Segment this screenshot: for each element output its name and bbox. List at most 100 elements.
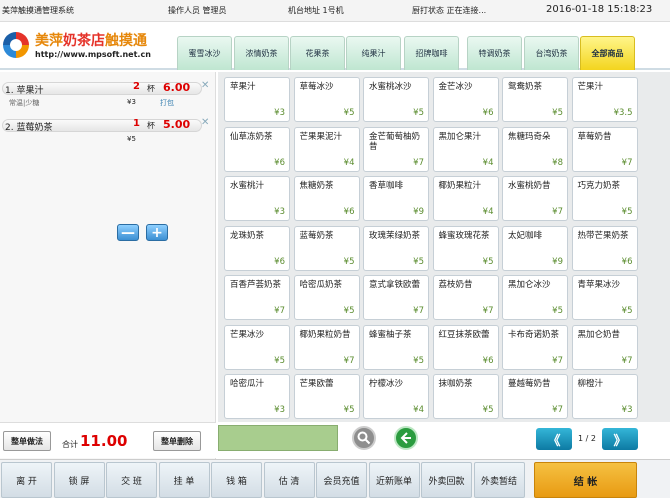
product-card[interactable]: 芒果汁 ¥3.5: [571, 77, 638, 122]
product-card[interactable]: 柠檬冰沙 ¥4: [363, 374, 429, 419]
product-card[interactable]: 水蜜桃奶昔 ¥7: [502, 176, 568, 221]
product-price: ¥3.5: [613, 108, 633, 118]
action-button[interactable]: 会员充值: [316, 462, 367, 498]
product-card[interactable]: 热带芒果奶茶 ¥6: [571, 225, 638, 271]
category-tab[interactable]: 招牌咖啡: [404, 36, 459, 70]
category-tab[interactable]: 台湾奶茶: [524, 36, 579, 70]
product-card[interactable]: 椰奶果粒汁 ¥4: [432, 176, 499, 221]
product-name: 草莓冰沙: [299, 82, 334, 92]
product-card[interactable]: 哈密瓜奶茶 ¥5: [293, 275, 360, 320]
product-price: ¥3: [274, 108, 285, 118]
product-name: 仙草冻奶茶: [230, 131, 273, 142]
product-card[interactable]: 椰奶果粒奶昔 ¥7: [293, 324, 360, 370]
action-button[interactable]: 离 开: [1, 462, 52, 498]
product-card[interactable]: 卡布奇诺奶茶 ¥7: [502, 324, 568, 370]
product-card[interactable]: 意式拿铁欧蕾 ¥7: [363, 275, 429, 320]
product-name: 青苹果冰沙: [577, 280, 621, 290]
page-indicator: 1 / 2: [578, 434, 596, 443]
product-card[interactable]: 哈密瓜汁 ¥3: [224, 374, 290, 419]
order-item-unit: 杯: [147, 84, 155, 93]
product-card[interactable]: 草莓奶昔 ¥7: [571, 126, 638, 172]
product-card[interactable]: 芒果欧蕾 ¥5: [293, 374, 360, 419]
product-card[interactable]: 蜂蜜柚子茶 ¥5: [363, 324, 429, 370]
search-input[interactable]: [218, 425, 338, 451]
close-icon[interactable]: ✕: [201, 117, 209, 128]
category-tab[interactable]: 全部商品: [580, 36, 635, 70]
product-card[interactable]: 巧克力奶茶 ¥5: [571, 176, 638, 221]
operator-label: 操作人员 管理员: [168, 6, 227, 15]
product-card[interactable]: 青苹果冰沙 ¥5: [571, 275, 638, 320]
product-name: 意式拿铁欧蕾: [369, 280, 421, 290]
product-card[interactable]: 柳橙汁 ¥3: [571, 374, 638, 419]
product-card[interactable]: 荔枝奶昔 ¥7: [432, 275, 499, 320]
close-icon[interactable]: ✕: [201, 80, 209, 91]
product-card[interactable]: 黑加仑果汁 ¥4: [432, 126, 499, 172]
product-card[interactable]: 黑加仑奶昔 ¥7: [571, 324, 638, 370]
category-tab[interactable]: 花果茶: [290, 36, 345, 70]
product-card[interactable]: 太妃咖啡 ¥9: [502, 225, 568, 271]
product-card[interactable]: 蓝莓奶茶 ¥5: [293, 225, 360, 271]
action-button[interactable]: 交 班: [106, 462, 157, 498]
delete-order-button[interactable]: 整单删除: [153, 431, 201, 451]
action-button[interactable]: 近新账单: [368, 462, 420, 498]
product-card[interactable]: 苹果汁 ¥3: [224, 77, 290, 122]
product-card[interactable]: 鸳鸯奶茶 ¥5: [502, 77, 568, 122]
product-card[interactable]: 草莓冰沙 ¥5: [293, 77, 360, 122]
order-item-options: 常温|少糖: [9, 99, 40, 107]
product-card[interactable]: 水蜜桃冰沙 ¥5: [363, 77, 429, 122]
product-card[interactable]: 焦糖玛奇朵 ¥8: [502, 126, 568, 172]
product-card[interactable]: 芒果冰沙 ¥5: [224, 324, 290, 370]
action-button[interactable]: 估 清: [263, 462, 315, 498]
product-price: ¥5: [274, 355, 285, 366]
product-card[interactable]: 百香芦荟奶茶 ¥7: [224, 275, 290, 320]
product-price: ¥7: [621, 355, 633, 366]
total-value: 11.00: [80, 432, 128, 450]
order-method-button[interactable]: 整单做法: [3, 431, 51, 451]
product-card[interactable]: 抹咖奶茶 ¥5: [432, 374, 499, 419]
product-price: ¥6: [274, 256, 285, 267]
product-card[interactable]: 水蜜桃汁 ¥3: [224, 176, 290, 221]
product-card[interactable]: 仙草冻奶茶 ¥6: [224, 126, 290, 172]
product-price: ¥5: [343, 306, 355, 316]
decrease-qty-button[interactable]: —: [117, 224, 139, 241]
product-card[interactable]: 黑加仑冰沙 ¥5: [502, 275, 568, 320]
order-item[interactable]: 2. 蓝莓奶茶 1 杯 5.00 ✕ ¥5: [0, 117, 214, 153]
product-price: ¥7: [621, 157, 633, 168]
product-card[interactable]: 香草咖啡 ¥9: [363, 176, 429, 221]
product-card[interactable]: 红豆抹茶欧蕾 ¥6: [432, 324, 499, 370]
prev-page-button[interactable]: 《: [536, 428, 572, 450]
product-card[interactable]: 金芒葡萄柚奶昔 ¥7: [363, 126, 429, 172]
product-name: 荔枝奶昔: [438, 280, 473, 290]
order-item[interactable]: 1. 苹果汁 2 杯 6.00 ✕ 常温|少糖 ¥3 打包: [0, 80, 214, 116]
product-card[interactable]: 焦糖奶茶 ¥6: [293, 176, 360, 221]
product-card[interactable]: 龙珠奶茶 ¥6: [224, 225, 290, 271]
order-item-qty: 1: [133, 118, 140, 129]
checkout-button[interactable]: 结 帐: [534, 462, 637, 498]
category-tab[interactable]: 特调奶茶: [467, 36, 522, 70]
action-button[interactable]: 外卖回款: [421, 462, 472, 498]
product-name: 香草咖啡: [369, 181, 404, 191]
product-price: ¥5: [343, 256, 355, 267]
product-card[interactable]: 蔓越莓奶昔 ¥7: [502, 374, 568, 419]
action-button[interactable]: 外卖暂结: [473, 462, 525, 498]
product-card[interactable]: 玫瑰茉绿奶茶 ¥5: [363, 225, 429, 271]
product-name: 焦糖奶茶: [299, 181, 334, 191]
product-price: ¥6: [343, 207, 355, 217]
action-button[interactable]: 挂 单: [158, 462, 210, 498]
back-arrow-icon[interactable]: [394, 426, 418, 450]
product-card[interactable]: 芒果果泥汁 ¥4: [293, 126, 360, 172]
product-card[interactable]: 金芒冰沙 ¥6: [432, 77, 499, 122]
action-button[interactable]: 锁 屏: [53, 462, 105, 498]
category-tab[interactable]: 蜜雪冰沙: [177, 36, 232, 70]
next-page-button[interactable]: 》: [602, 428, 638, 450]
product-price: ¥5: [552, 306, 563, 316]
action-button[interactable]: 钱 箱: [211, 462, 262, 498]
product-card[interactable]: 蜂蜜玫瑰花茶 ¥5: [432, 225, 499, 271]
product-price: ¥6: [621, 256, 633, 267]
product-price: ¥5: [413, 355, 424, 366]
category-tab[interactable]: 浓情奶茶: [234, 36, 289, 70]
product-price: ¥8: [552, 157, 563, 168]
search-icon[interactable]: [352, 426, 376, 450]
category-tab[interactable]: 纯果汁: [346, 36, 401, 70]
increase-qty-button[interactable]: +: [146, 224, 168, 241]
